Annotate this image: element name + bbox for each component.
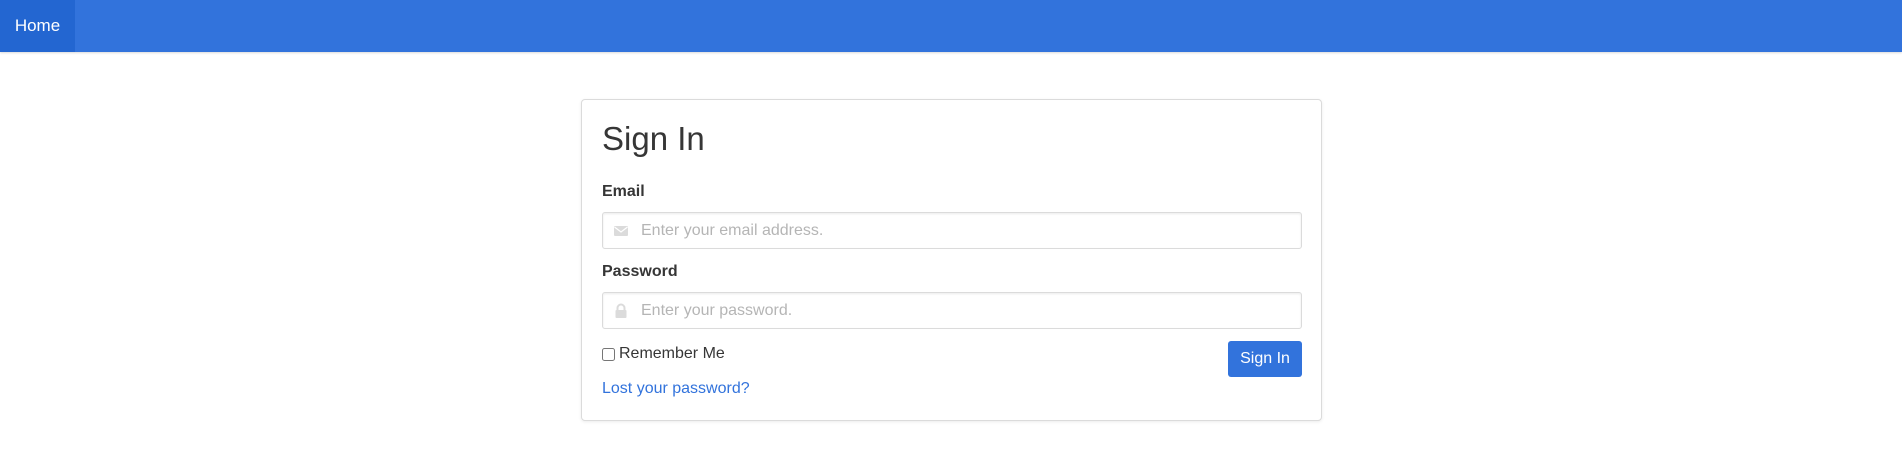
top-navbar: Home — [0, 0, 1902, 52]
password-field[interactable] — [602, 292, 1302, 329]
password-label: Password — [602, 263, 678, 280]
email-label: Email — [602, 183, 645, 200]
remember-me-checkbox[interactable] — [602, 347, 615, 361]
email-field[interactable] — [602, 212, 1302, 249]
email-input[interactable] — [639, 213, 1297, 248]
lock-icon — [613, 303, 629, 319]
password-input[interactable] — [639, 293, 1297, 328]
signin-card: Sign In Email Password Remember Me Sign … — [581, 99, 1322, 421]
remember-me-label: Remember Me — [619, 345, 725, 362]
envelope-icon — [613, 223, 629, 239]
lost-password-link[interactable]: Lost your password? — [602, 380, 750, 398]
nav-home-link[interactable]: Home — [0, 0, 75, 52]
page-title: Sign In — [602, 120, 705, 157]
sign-in-button[interactable]: Sign In — [1228, 341, 1302, 377]
remember-me[interactable]: Remember Me — [602, 344, 725, 364]
